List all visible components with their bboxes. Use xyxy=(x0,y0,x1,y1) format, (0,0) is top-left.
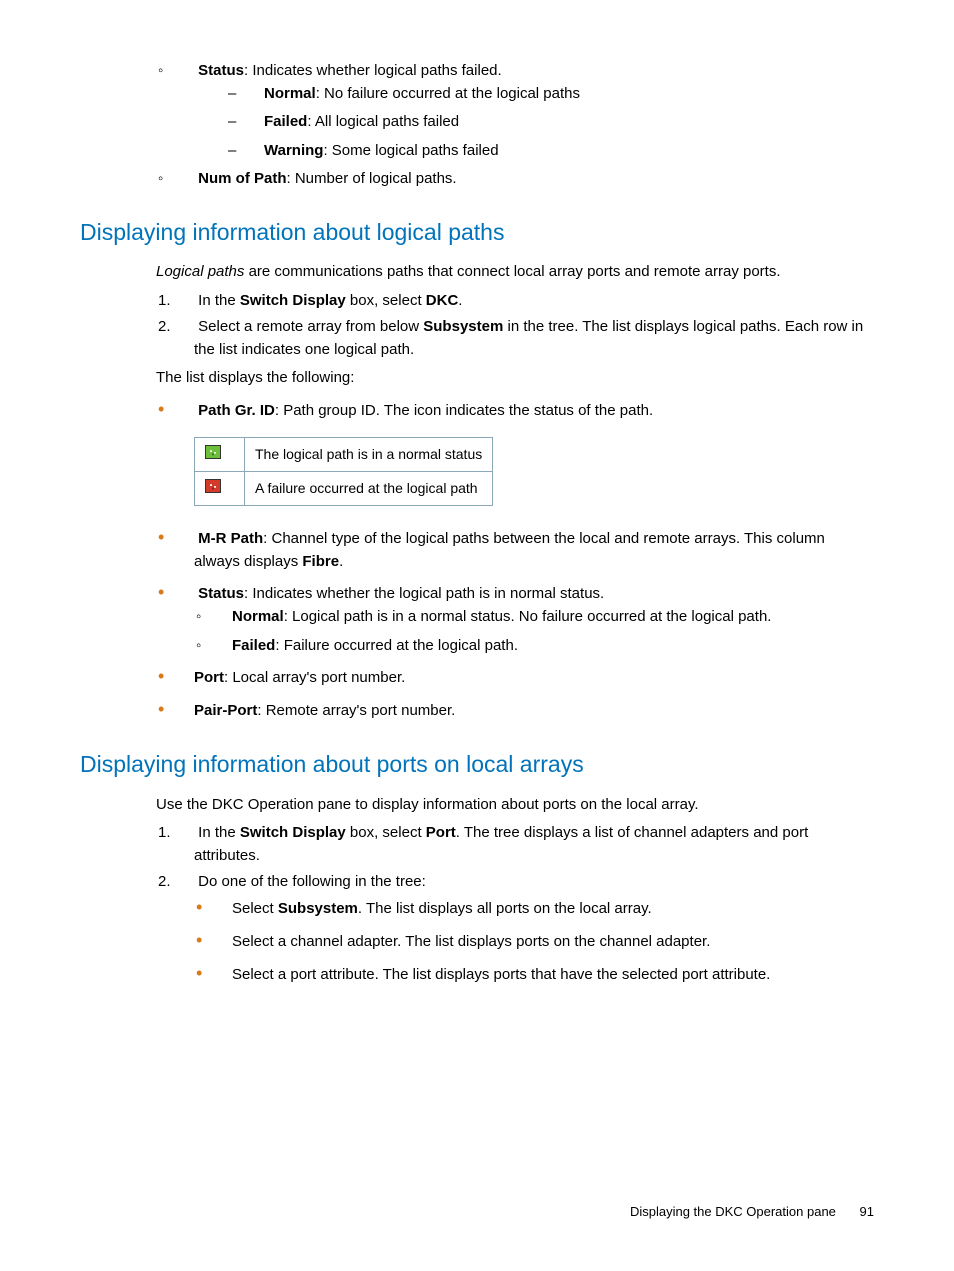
section1-intro: Logical paths are communications paths t… xyxy=(156,261,874,284)
top-continuation: Status: Indicates whether logical paths … xyxy=(156,60,874,191)
mrpath-item: M-R Path: Channel type of the logical pa… xyxy=(194,524,874,574)
status2-failed: Failed: Failure occurred at the logical … xyxy=(232,635,874,658)
table-row1: The logical path is in a normal status xyxy=(245,437,493,471)
section2-heading: Displaying information about ports on lo… xyxy=(80,747,874,782)
pathgr-item: Path Gr. ID: Path group ID. The icon ind… xyxy=(194,396,874,423)
s2-sub2: Select a channel adapter. The list displ… xyxy=(232,927,874,954)
status-item: Status: Indicates whether logical paths … xyxy=(194,60,874,162)
table-row2: A failure occurred at the logical path xyxy=(245,471,493,505)
numpath-item: Num of Path: Number of logical paths. xyxy=(194,168,874,191)
s2-step2: Do one of the following in the tree: Sel… xyxy=(194,871,874,987)
port-item: Port: Local array's port number. xyxy=(194,663,874,690)
status-failed: Failed: All logical paths failed xyxy=(264,111,874,134)
footer-text: Displaying the DKC Operation pane xyxy=(630,1204,836,1219)
status-icon-table: The logical path is in a normal status A… xyxy=(194,437,493,506)
page-number: 91 xyxy=(860,1204,874,1219)
section2-intro: Use the DKC Operation pane to display in… xyxy=(156,794,874,817)
s1-step1: In the Switch Display box, select DKC. xyxy=(194,290,874,313)
status-normal: Normal: No failure occurred at the logic… xyxy=(264,83,874,106)
section2-body: Use the DKC Operation pane to display in… xyxy=(156,794,874,987)
status-normal-icon xyxy=(205,445,221,459)
s2-step1: In the Switch Display box, select Port. … xyxy=(194,822,874,867)
s2-sub3: Select a port attribute. The list displa… xyxy=(232,960,874,987)
status2-item: Status: Indicates whether the logical pa… xyxy=(194,579,874,657)
status2-normal: Normal: Logical path is in a normal stat… xyxy=(232,606,874,629)
s1-step2: Select a remote array from below Subsyst… xyxy=(194,316,874,361)
status-text: : Indicates whether logical paths failed… xyxy=(244,62,502,79)
section1-heading: Displaying information about logical pat… xyxy=(80,215,874,250)
status-label: Status xyxy=(198,62,244,79)
status-warning: Warning: Some logical paths failed xyxy=(264,140,874,163)
status-failed-icon xyxy=(205,479,221,493)
list-intro: The list displays the following: xyxy=(156,367,874,390)
pairport-item: Pair-Port: Remote array's port number. xyxy=(194,696,874,723)
icon-cell-normal xyxy=(195,437,245,471)
icon-cell-failed xyxy=(195,471,245,505)
section1-body: Logical paths are communications paths t… xyxy=(156,261,874,723)
s2-sub1: Select Subsystem. The list displays all … xyxy=(232,894,874,921)
page-footer: Displaying the DKC Operation pane 91 xyxy=(630,1202,874,1222)
